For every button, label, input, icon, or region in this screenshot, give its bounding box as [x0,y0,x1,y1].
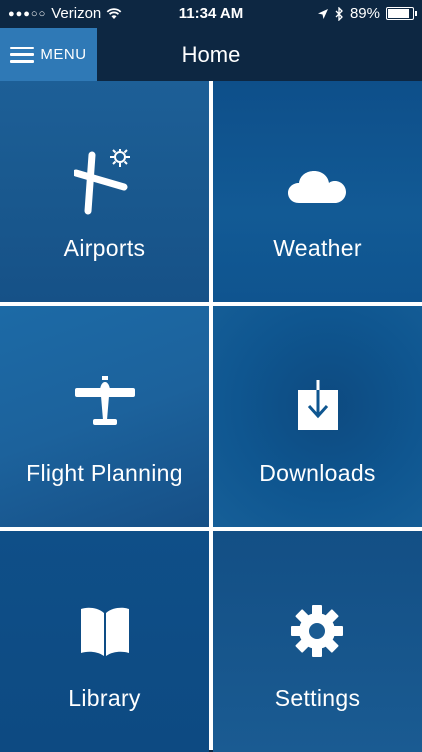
status-right: 89% [317,5,417,22]
location-arrow-icon [317,8,328,19]
weather-tile[interactable]: Weather [213,81,422,302]
hamburger-icon [10,46,35,63]
weather-label: Weather [273,235,362,261]
flight-planning-label: Flight Planning [26,460,183,486]
flight-planning-tile[interactable]: Flight Planning [0,306,209,527]
cloud-icon [288,171,347,203]
downloads-tile[interactable]: Downloads [213,306,422,527]
airport-icon [73,149,130,215]
airports-tile[interactable]: Airports [0,81,209,302]
book-icon [80,607,129,656]
library-tile[interactable]: Library [0,531,209,752]
download-icon [297,380,338,430]
library-label: Library [68,685,141,711]
battery-icon [386,7,417,20]
status-bar: ●●●○○ Verizon 11:34 AM 89% [0,0,422,28]
settings-tile[interactable]: Settings [213,531,422,752]
navigation-bar: MENU Home [0,28,422,81]
airports-label: Airports [63,235,146,261]
home-tile-grid: Airports Weather Flight Planning Downloa… [0,81,422,752]
menu-button[interactable]: MENU [0,28,97,81]
battery-fill [388,9,410,18]
settings-label: Settings [274,685,361,711]
bluetooth-icon [335,6,343,21]
menu-label: MENU [40,46,87,63]
downloads-label: Downloads [259,460,376,486]
gear-icon [291,605,344,657]
airplane-icon [74,376,135,425]
battery-percent: 89% [349,5,380,22]
